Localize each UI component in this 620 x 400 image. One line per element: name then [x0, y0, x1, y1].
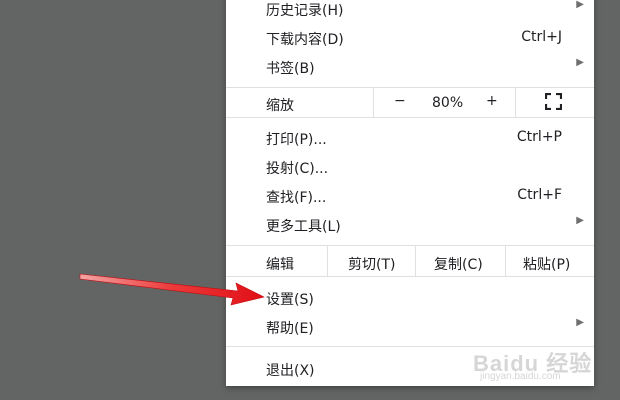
menu-item-label: 设置(S) — [266, 292, 314, 308]
menu-item-label: 书签(B) — [266, 61, 315, 77]
chevron-right-icon: ▶ — [576, 317, 584, 328]
copy-button[interactable]: 复制(C) — [434, 254, 483, 274]
zoom-divider — [515, 88, 516, 117]
menu-item-downloads[interactable]: 下载内容(D) Ctrl+J — [226, 23, 594, 52]
edit-label: 编辑 — [266, 257, 294, 273]
menu-item-more-tools[interactable]: 更多工具(L) ▶ — [226, 210, 594, 239]
menu-item-label: 历史记录(H) — [266, 3, 344, 19]
watermark-url: jingyan.baidu.com — [480, 371, 561, 382]
menu-item-settings[interactable]: 设置(S) — [226, 283, 594, 312]
browser-main-menu: 历史记录(H) ▶ 下载内容(D) Ctrl+J 书签(B) ▶ 缩放 − 80… — [226, 0, 594, 386]
menu-item-history[interactable]: 历史记录(H) ▶ — [226, 0, 594, 23]
edit-divider — [505, 246, 506, 276]
zoom-out-button[interactable]: − — [394, 93, 406, 109]
menu-item-label: 打印(P)... — [266, 132, 327, 148]
menu-separator — [226, 276, 594, 277]
menu-item-find[interactable]: 查找(F)... Ctrl+F — [226, 181, 594, 210]
zoom-label: 缩放 — [266, 98, 294, 114]
zoom-in-button[interactable]: + — [486, 93, 498, 109]
menu-separator — [226, 245, 594, 246]
edit-divider — [415, 246, 416, 276]
zoom-level: 80% — [432, 95, 464, 111]
menu-item-cast[interactable]: 投射(C)... — [226, 152, 594, 181]
chevron-right-icon: ▶ — [576, 215, 584, 226]
menu-separator — [226, 87, 594, 88]
menu-item-label: 投射(C)... — [266, 161, 329, 177]
edit-divider — [327, 246, 328, 276]
zoom-divider — [373, 88, 374, 117]
menu-item-label: 下载内容(D) — [266, 32, 344, 48]
menu-item-label: 退出(X) — [266, 363, 315, 379]
menu-item-label: 更多工具(L) — [266, 219, 341, 235]
menu-item-label: 帮助(E) — [266, 321, 314, 337]
menu-item-bookmarks[interactable]: 书签(B) ▶ — [226, 52, 594, 81]
paste-button[interactable]: 粘贴(P) — [523, 254, 570, 274]
shortcut-label: Ctrl+P — [516, 129, 562, 145]
menu-item-label: 查找(F)... — [266, 190, 327, 206]
menu-item-help[interactable]: 帮助(E) ▶ — [226, 312, 594, 341]
menu-separator — [226, 117, 594, 118]
chevron-right-icon: ▶ — [576, 0, 584, 10]
menu-item-print[interactable]: 打印(P)... Ctrl+P — [226, 123, 594, 152]
shortcut-label: Ctrl+F — [517, 187, 562, 203]
cut-button[interactable]: 剪切(T) — [348, 254, 395, 274]
chevron-right-icon: ▶ — [576, 57, 584, 68]
fullscreen-icon[interactable] — [544, 92, 563, 111]
shortcut-label: Ctrl+J — [521, 29, 562, 45]
